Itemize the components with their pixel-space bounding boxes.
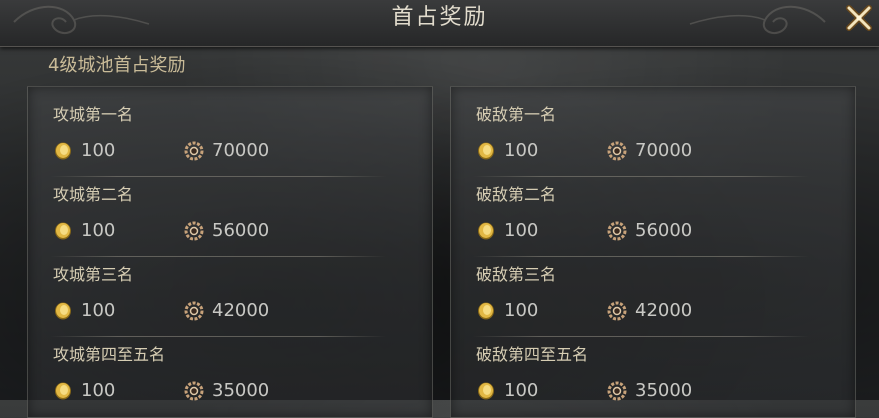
coin-string-icon — [607, 141, 627, 161]
section-title: 4级城池首占奖励 — [48, 55, 186, 76]
gold-coin-icon — [55, 142, 71, 160]
rank-row: 攻城第一名 100 70000 — [28, 87, 432, 177]
gold-reward: 100 — [476, 220, 538, 242]
rank-title: 攻城第三名 — [53, 265, 134, 284]
coin-string-icon — [184, 301, 204, 321]
coin-string-icon — [184, 221, 204, 241]
coin-amount: 56000 — [212, 220, 270, 241]
coin-amount: 70000 — [635, 140, 693, 161]
title-bar: 首占奖励 — [0, 0, 879, 47]
gold-reward: 100 — [476, 300, 538, 322]
rank-title: 破敌第四至五名 — [476, 345, 589, 364]
gold-coin-icon — [55, 302, 71, 320]
gold-amount: 100 — [504, 140, 539, 161]
rank-row: 破敌第一名 100 70000 — [451, 87, 855, 177]
close-button[interactable] — [843, 2, 875, 34]
coin-string-icon — [607, 301, 627, 321]
coin-reward: 35000 — [607, 380, 692, 402]
gold-reward: 100 — [476, 380, 538, 402]
gold-amount: 100 — [504, 380, 539, 401]
rank-row: 破敌第四至五名 100 35000 — [451, 327, 855, 407]
scroll-ornament-icon — [689, 5, 826, 35]
gold-amount: 100 — [81, 140, 116, 161]
gold-amount: 100 — [81, 380, 116, 401]
gold-amount: 100 — [504, 220, 539, 241]
rank-title: 攻城第二名 — [53, 185, 134, 204]
coin-amount: 70000 — [212, 140, 270, 161]
coin-reward: 56000 — [184, 220, 269, 242]
gold-coin-icon — [55, 382, 71, 400]
coin-reward: 42000 — [184, 300, 269, 322]
gold-coin-icon — [478, 142, 494, 160]
gold-amount: 100 — [504, 300, 539, 321]
rank-title: 破敌第三名 — [476, 265, 557, 284]
coin-reward: 35000 — [184, 380, 269, 402]
gold-reward: 100 — [476, 140, 538, 162]
rank-row: 攻城第四至五名 100 35000 — [28, 327, 432, 407]
gold-reward: 100 — [53, 220, 115, 242]
gold-reward: 100 — [53, 300, 115, 322]
coin-amount: 42000 — [212, 300, 270, 321]
close-icon — [846, 5, 872, 31]
gold-amount: 100 — [81, 220, 116, 241]
coin-string-icon — [184, 381, 204, 401]
rank-title: 破敌第二名 — [476, 185, 557, 204]
attack-reward-panel: 攻城第一名 100 70000 攻城第二名 100 56000 攻城第三名 10… — [27, 86, 433, 418]
coin-string-icon — [607, 381, 627, 401]
rank-row: 破敌第二名 100 56000 — [451, 167, 855, 257]
rank-title: 攻城第四至五名 — [53, 345, 166, 364]
gold-coin-icon — [478, 382, 494, 400]
coin-string-icon — [184, 141, 204, 161]
gold-coin-icon — [478, 222, 494, 240]
coin-amount: 56000 — [635, 220, 693, 241]
gold-coin-icon — [55, 222, 71, 240]
rank-row: 攻城第二名 100 56000 — [28, 167, 432, 257]
coin-amount: 35000 — [212, 380, 270, 401]
rank-row: 破敌第三名 100 42000 — [451, 247, 855, 337]
defeat-reward-panel: 破敌第一名 100 70000 破敌第二名 100 56000 破敌第三名 10… — [450, 86, 856, 418]
gold-reward: 100 — [53, 140, 115, 162]
rank-title: 破敌第一名 — [476, 105, 557, 124]
coin-reward: 56000 — [607, 220, 692, 242]
gold-coin-icon — [478, 302, 494, 320]
coin-reward: 42000 — [607, 300, 692, 322]
rank-title: 攻城第一名 — [53, 105, 134, 124]
coin-reward: 70000 — [607, 140, 692, 162]
rank-row: 攻城第三名 100 42000 — [28, 247, 432, 337]
coin-amount: 35000 — [635, 380, 693, 401]
coin-reward: 70000 — [184, 140, 269, 162]
coin-string-icon — [607, 221, 627, 241]
gold-amount: 100 — [81, 300, 116, 321]
coin-amount: 42000 — [635, 300, 693, 321]
gold-reward: 100 — [53, 380, 115, 402]
